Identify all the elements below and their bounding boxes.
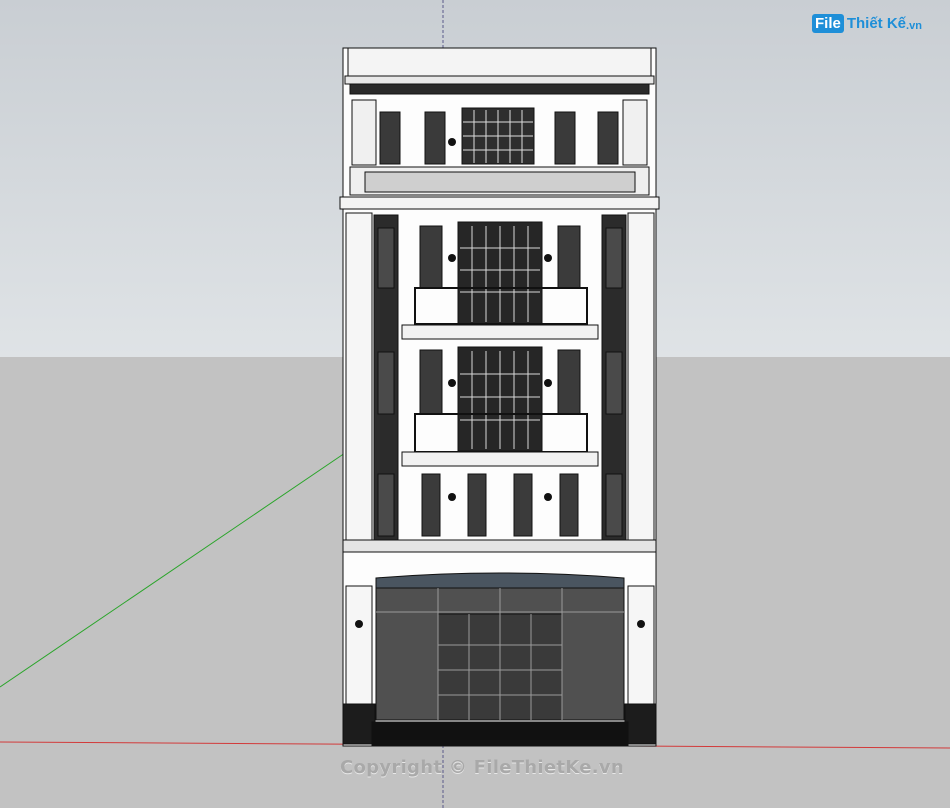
model-canvas[interactable] xyxy=(0,0,950,808)
green-axis xyxy=(0,452,346,688)
logo-badge: File xyxy=(812,14,844,33)
logo-text: Thiết Kế xyxy=(846,15,907,32)
copyright-watermark: Copyright © FileThietKe.vn xyxy=(340,757,625,778)
logo-tld: .vn xyxy=(906,20,922,32)
building-facade xyxy=(339,47,660,747)
filethietke-logo: File Thiết Kế .vn xyxy=(812,14,922,33)
sketchup-viewport[interactable]: File Thiết Kế .vn Copyright © FileThietK… xyxy=(0,0,950,808)
